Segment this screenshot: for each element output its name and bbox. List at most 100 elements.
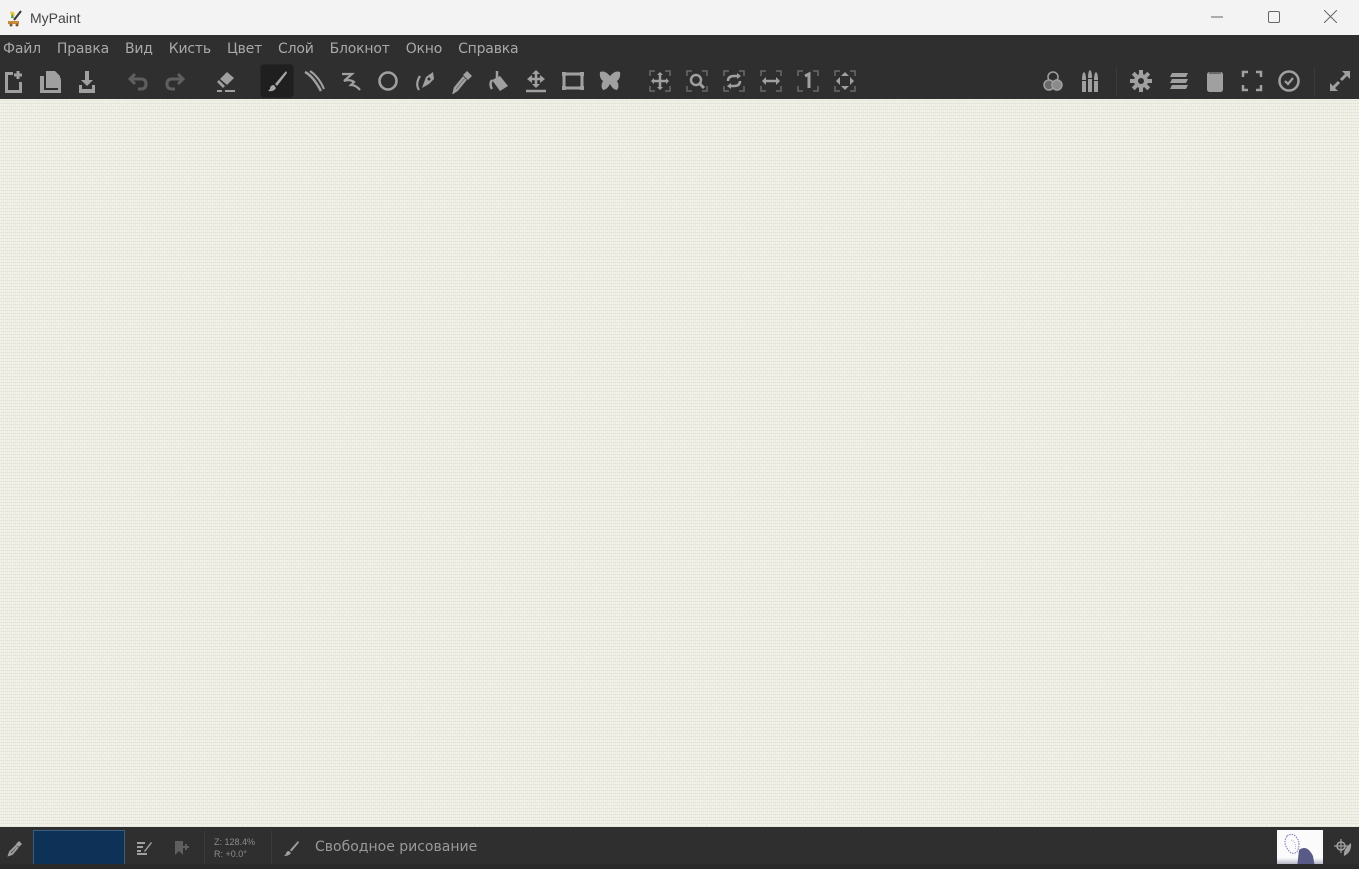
open-folder-icon [40,71,61,93]
new-document-icon [5,71,22,93]
layers-icon [1170,73,1188,89]
scratchpad-panel-button[interactable] [1198,64,1232,98]
close-button[interactable] [1302,0,1359,33]
window-title: MyPaint [30,9,81,26]
flood-fill-button[interactable] [482,64,516,98]
paint-bucket-icon [489,71,508,91]
menu-edit[interactable]: Правка [53,35,117,63]
redo-button[interactable] [158,64,192,98]
ellipse-tool-button[interactable] [371,64,405,98]
menu-layer[interactable]: Слой [274,35,322,63]
color-panel-button[interactable] [1036,64,1070,98]
symmetry-button[interactable] [593,64,627,98]
expand-arrows-icon [1330,71,1350,91]
status-separator [204,831,205,865]
save-download-icon [79,71,95,93]
menu-color[interactable]: Цвет [223,35,270,63]
one-to-one-icon [797,70,819,92]
move-layer-button[interactable] [519,64,553,98]
pen-inking-button[interactable] [408,64,442,98]
eraser-mode-button[interactable] [209,64,243,98]
fullscreen-button[interactable] [1235,64,1269,98]
rotate-view-button[interactable] [717,64,751,98]
symmetry-status-button[interactable] [1331,836,1355,860]
title-bar: MyPaint [0,0,1359,35]
undo-icon [127,72,148,91]
minimize-icon [1210,16,1223,17]
open-document-button[interactable] [33,64,67,98]
eyedropper-icon [7,841,22,857]
clock-icon [1278,70,1300,92]
menu-window[interactable]: Окно [402,35,450,63]
status-separator [271,831,272,865]
frame-tool-button[interactable] [556,64,590,98]
drawing-canvas[interactable] [0,99,1359,827]
menu-bar: Файл Правка Вид Кисть Цвет Слой Блокнот … [0,35,1359,63]
ink-curves-icon [304,70,325,92]
menu-scratchpad[interactable]: Блокнот [326,35,398,63]
layers-panel-button[interactable] [1162,64,1196,98]
freehand-brush-button[interactable] [260,64,294,98]
status-bar: Z: 128.4% R: +0.0° Свободное рисование [0,827,1359,869]
current-mode-icon-wrap [280,837,302,859]
pan-arrows-icon [649,70,671,92]
save-document-button[interactable] [70,64,104,98]
window-bottom-edge [0,864,1359,869]
fit-view-button[interactable] [828,64,862,98]
maximize-button[interactable] [1245,0,1302,33]
move-layer-icon [526,70,546,93]
settings-panel-button[interactable] [1124,64,1158,98]
redo-icon [165,72,186,91]
zoom-magnifier-icon [686,70,708,92]
brush-preview-thumbnail[interactable] [1277,830,1323,868]
inking-tool-button[interactable] [297,64,331,98]
color-picker-button[interactable] [445,64,479,98]
color-circles-icon [1043,71,1063,91]
fountain-pen-icon [416,72,434,91]
expand-window-button[interactable] [1323,64,1357,98]
zoom-rotation-readout: Z: 128.4% R: +0.0° [214,836,255,860]
brush-icon [284,841,299,856]
maximize-icon [1267,10,1280,23]
current-mode-label: Свободное рисование [315,839,478,855]
toolbar-separator [1314,67,1315,95]
brushes-icon [1082,70,1098,92]
history-panel-button[interactable] [1272,64,1306,98]
mirror-view-button[interactable] [754,64,788,98]
butterfly-icon [599,71,621,90]
eraser-icon [217,72,235,92]
mypaint-logo-icon [6,9,24,27]
bookmark-brush-button[interactable] [170,837,192,859]
target-leaf-icon [1334,839,1352,856]
horizontal-flip-icon [760,70,782,92]
undo-button[interactable] [121,64,155,98]
eyedropper-icon [452,71,472,94]
color-picker-status-button[interactable] [4,837,26,859]
minimize-button[interactable] [1188,0,1245,33]
brush-icon [268,71,287,92]
current-color-swatch[interactable] [33,830,125,866]
lines-curves-button[interactable] [334,64,368,98]
zoom-level: Z: 128.4% [214,837,256,847]
brushes-panel-button[interactable] [1073,64,1107,98]
menu-help[interactable]: Справка [454,35,526,63]
notepad-icon [1207,71,1223,92]
ellipse-icon [378,71,398,91]
menu-view[interactable]: Вид [121,35,161,63]
rotation-angle: R: +0.0° [214,849,247,859]
squiggle-line-icon [342,72,361,91]
fit-view-icon [834,70,856,92]
brush-settings-button[interactable] [133,837,155,859]
main-toolbar [0,63,1359,99]
zoom-view-button[interactable] [680,64,714,98]
menu-brush[interactable]: Кисть [165,35,219,63]
toolbar-separator [1116,67,1117,95]
pan-view-button[interactable] [643,64,677,98]
bookmark-add-icon [175,841,189,855]
menu-file[interactable]: Файл [0,35,49,63]
frame-icon [562,72,584,90]
reset-zoom-button[interactable] [791,64,825,98]
brush-edit-icon [137,842,152,855]
gear-icon [1130,70,1152,92]
new-document-button[interactable] [0,64,30,98]
